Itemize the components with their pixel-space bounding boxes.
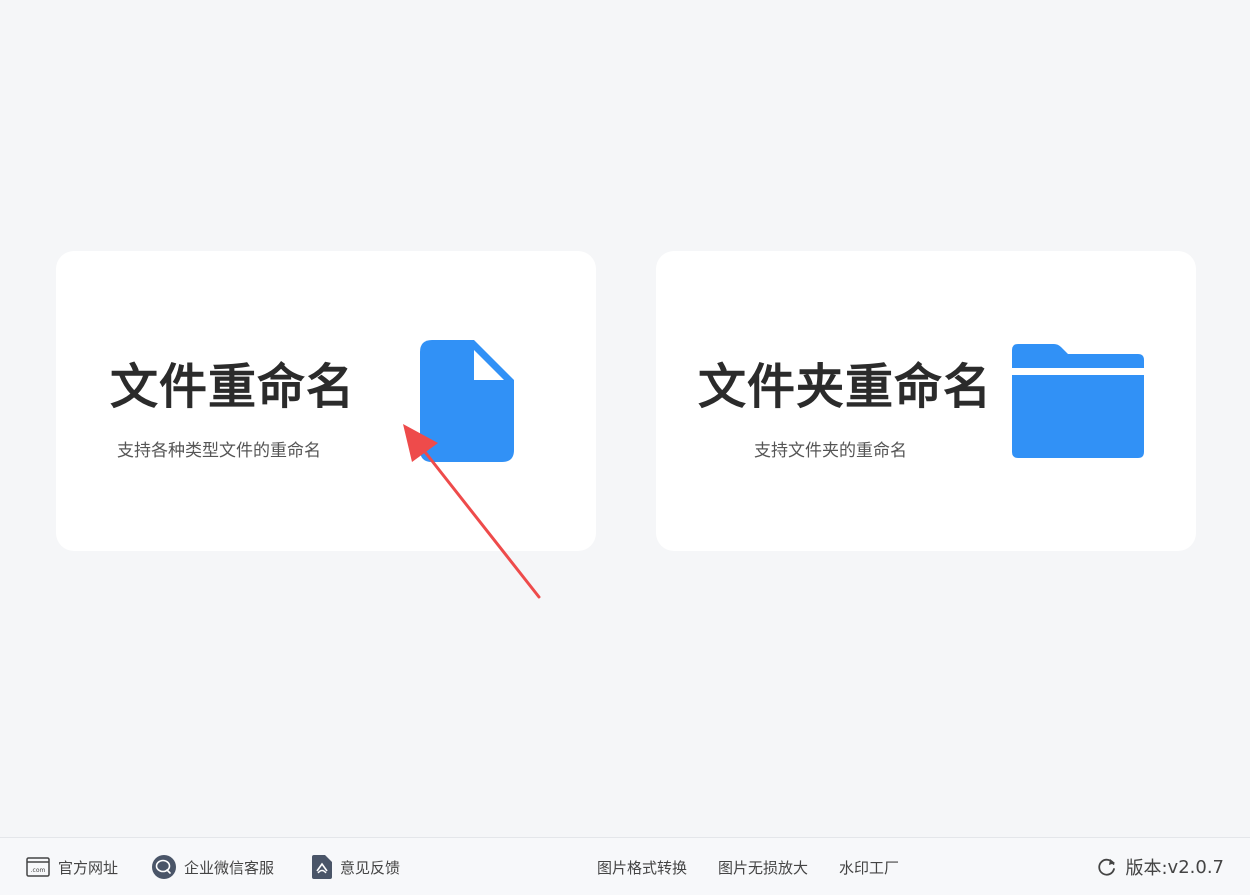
watermark-factory-link[interactable]: 水印工厂: [839, 838, 899, 895]
feedback-link[interactable]: 意见反馈: [312, 838, 400, 895]
version-label: 版本:: [1125, 858, 1168, 879]
website-label: 官方网址: [58, 858, 119, 877]
wechat-icon: [152, 855, 176, 879]
image-convert-link[interactable]: 图片格式转换: [597, 838, 687, 895]
feedback-label: 意见反馈: [340, 858, 401, 877]
app-window: 文件重命名 支持各种类型文件的重命名 文件夹重命名 支持文件夹的重命名 .com: [0, 0, 1250, 895]
watermark-label: 水印工厂: [839, 858, 900, 877]
footer-bar: .com 官方网址 企业微信客服 意见反馈 图片格式转换 图片无损放大 水印工厂…: [0, 837, 1250, 895]
image-upscale-label: 图片无损放大: [718, 858, 809, 877]
image-upscale-link[interactable]: 图片无损放大: [718, 838, 808, 895]
folder-icon: [1012, 344, 1144, 458]
website-link[interactable]: .com 官方网址: [26, 838, 118, 895]
folder-rename-title: 文件夹重命名: [698, 359, 993, 415]
file-rename-card[interactable]: 文件重命名 支持各种类型文件的重命名: [56, 251, 596, 551]
folder-rename-description: 支持文件夹的重命名: [754, 441, 907, 461]
file-rename-title: 文件重命名: [110, 359, 356, 415]
wechat-label: 企业微信客服: [184, 858, 275, 877]
version-check[interactable]: 版本: v2.0.7: [1097, 838, 1224, 895]
wechat-service-link[interactable]: 企业微信客服: [152, 838, 274, 895]
image-convert-label: 图片格式转换: [597, 858, 688, 877]
file-rename-description: 支持各种类型文件的重命名: [117, 441, 321, 461]
feedback-icon: [312, 855, 332, 879]
version-number: v2.0.7: [1167, 856, 1224, 878]
svg-text:.com: .com: [31, 867, 46, 874]
website-icon: .com: [26, 857, 50, 877]
refresh-icon: [1097, 857, 1117, 877]
folder-rename-card[interactable]: 文件夹重命名 支持文件夹的重命名: [656, 251, 1196, 551]
file-icon: [420, 340, 514, 462]
